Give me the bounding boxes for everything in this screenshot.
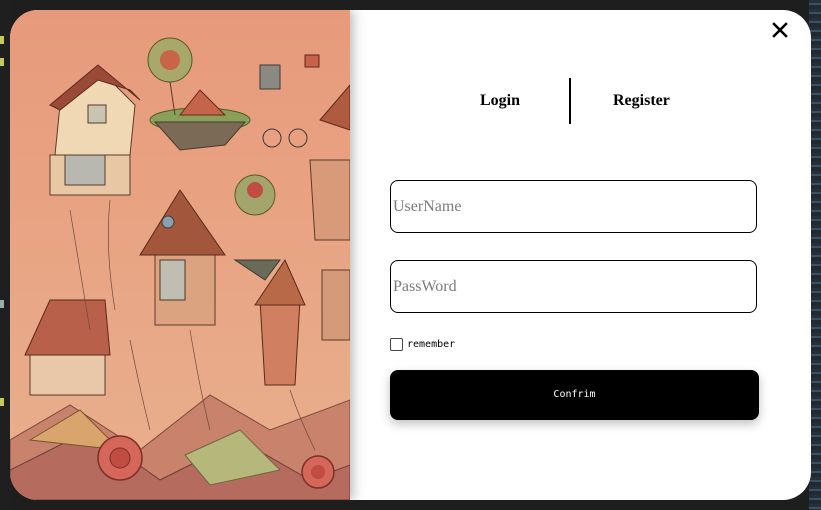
remember-label: remember (407, 339, 456, 350)
illustration-panel (10, 10, 350, 500)
login-dialog: Login Register remember Confrim (10, 10, 811, 500)
code-glyph (0, 58, 4, 66)
tab-login[interactable]: Login (480, 78, 520, 124)
close-button[interactable] (770, 20, 790, 40)
tab-register[interactable]: Register (613, 78, 670, 124)
tab-divider (569, 78, 571, 124)
password-input[interactable] (390, 260, 757, 313)
code-glyph (0, 398, 4, 406)
code-glyph (0, 36, 4, 44)
close-icon (772, 22, 788, 38)
whimsical-houses-illustration (10, 10, 350, 500)
confirm-button[interactable]: Confrim (390, 370, 759, 420)
auth-tabs: Login Register (440, 78, 740, 124)
code-glyph (0, 300, 4, 308)
remember-checkbox[interactable] (390, 338, 403, 351)
username-input[interactable] (390, 180, 757, 233)
